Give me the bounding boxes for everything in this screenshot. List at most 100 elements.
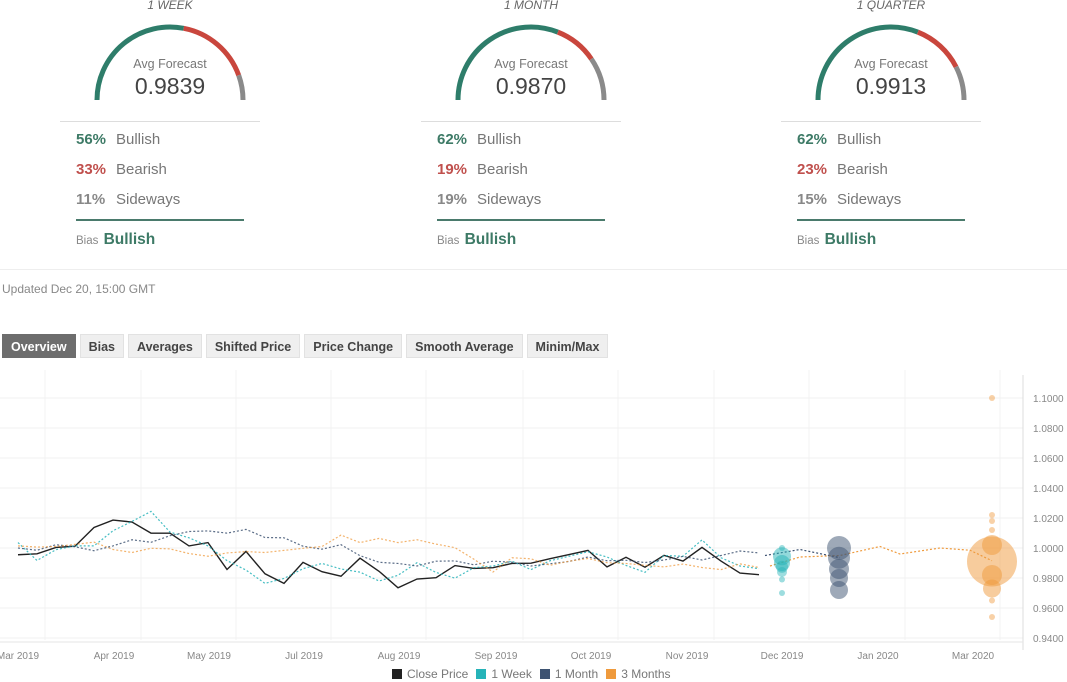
- y-tick-label: 1.0600: [1033, 454, 1064, 465]
- legend-swatch: [476, 669, 487, 679]
- section-divider: [0, 269, 1067, 270]
- forecast-bubble: [830, 581, 848, 599]
- sideways-row: 15% Sideways: [797, 191, 901, 208]
- tab-averages[interactable]: Averages: [128, 334, 202, 358]
- panel-title: 1 QUARTER: [856, 0, 926, 12]
- x-tick-label: Jul 2019: [285, 651, 323, 662]
- chart-tabs: Overview Bias Averages Shifted Price Pri…: [2, 334, 609, 358]
- bias-value: Bullish: [464, 231, 517, 248]
- legend-label: 1 Month: [554, 667, 599, 681]
- legend-item-3-months[interactable]: 3 Months: [606, 667, 671, 681]
- forecast-bubble: [989, 527, 995, 533]
- bias-label: Bias: [797, 235, 820, 247]
- bullish-label: Bullish: [116, 131, 161, 148]
- panel-title: 1 MONTH: [504, 0, 558, 12]
- y-tick-label: 0.9400: [1033, 634, 1064, 645]
- bias-divider: [437, 219, 605, 221]
- sideways-percent: 15%: [797, 191, 828, 208]
- bearish-label: Bearish: [477, 161, 528, 178]
- x-tick-label: Mar 2020: [952, 651, 995, 662]
- x-tick-label: May 2019: [187, 651, 231, 662]
- x-tick-label: Nov 2019: [666, 651, 709, 662]
- legend-label: Close Price: [407, 667, 469, 681]
- legend-swatch: [539, 669, 550, 679]
- tab-smooth-average[interactable]: Smooth Average: [406, 334, 523, 358]
- avg-forecast-value: 0.9870: [495, 73, 567, 99]
- y-tick-label: 0.9600: [1033, 604, 1064, 615]
- sideways-label: Sideways: [477, 191, 542, 208]
- panel-separator: [60, 121, 260, 122]
- bullish-label: Bullish: [477, 131, 522, 148]
- y-tick-label: 0.9800: [1033, 574, 1064, 585]
- tab-shifted-price[interactable]: Shifted Price: [205, 334, 301, 358]
- bias-label: Bias: [76, 235, 99, 247]
- bias-divider: [797, 219, 965, 221]
- gauge-segment-bearish: [556, 29, 594, 61]
- 1-week-line: [17, 510, 760, 585]
- bearish-row: 23% Bearish: [797, 161, 888, 178]
- y-tick-label: 1.0400: [1033, 484, 1064, 495]
- y-tick-label: 1.1000: [1033, 394, 1064, 405]
- panel-separator: [781, 121, 981, 122]
- legend-item-1-week[interactable]: 1 Week: [476, 667, 532, 681]
- x-tick-label: Mar 2019: [0, 651, 40, 662]
- bullish-row: 56% Bullish: [76, 131, 160, 148]
- bullish-row: 62% Bullish: [797, 131, 881, 148]
- forecast-bubble: [779, 576, 785, 583]
- x-tick-label: Oct 2019: [571, 651, 612, 662]
- forecast-bubble: [989, 518, 995, 524]
- bearish-label: Bearish: [116, 161, 167, 178]
- bullish-row: 62% Bullish: [437, 131, 521, 148]
- bearish-label: Bearish: [837, 161, 888, 178]
- 3-months-line: [17, 534, 760, 573]
- tab-price-change[interactable]: Price Change: [304, 334, 403, 358]
- x-tick-label: Aug 2019: [378, 651, 421, 662]
- bearish-percent: 19%: [437, 161, 468, 178]
- bullish-percent: 62%: [797, 131, 828, 148]
- forecast-bubble: [989, 512, 995, 518]
- x-tick-label: Dec 2019: [761, 651, 804, 662]
- legend-item-1-month[interactable]: 1 Month: [539, 667, 599, 681]
- legend-swatch: [606, 669, 617, 679]
- legend-swatch: [392, 669, 402, 679]
- sideways-percent: 19%: [437, 191, 468, 208]
- tab-overview[interactable]: Overview: [2, 334, 76, 358]
- x-tick-label: Jan 2020: [857, 651, 899, 662]
- bearish-percent: 33%: [76, 161, 107, 178]
- sideways-label: Sideways: [116, 191, 181, 208]
- avg-forecast-value: 0.9913: [855, 73, 927, 99]
- avg-forecast-label: Avg Forecast: [854, 57, 928, 71]
- x-tick-label: Apr 2019: [94, 651, 135, 662]
- sideways-row: 11% Sideways: [76, 191, 180, 208]
- tab-bias[interactable]: Bias: [79, 334, 124, 358]
- chart-legend: Close Price 1 Week 1 Month 3 Months: [392, 667, 671, 681]
- legend-item-close-price[interactable]: Close Price: [392, 667, 468, 681]
- forecast-bubble: [779, 590, 785, 596]
- bearish-row: 19% Bearish: [437, 161, 528, 178]
- bias-summary: Bias Bullish: [437, 231, 516, 249]
- bias-value: Bullish: [824, 231, 877, 248]
- avg-forecast-value: 0.9839: [134, 73, 206, 99]
- bullish-percent: 62%: [437, 131, 468, 148]
- bullish-percent: 56%: [76, 131, 107, 148]
- bearish-row: 33% Bearish: [76, 161, 167, 178]
- tab-minim-max[interactable]: Minim/Max: [526, 334, 609, 358]
- bias-label: Bias: [437, 235, 460, 247]
- forecast-bubble: [989, 395, 995, 401]
- sideways-percent: 11%: [76, 191, 106, 208]
- legend-label: 3 Months: [621, 667, 671, 681]
- forecast-bubble: [989, 614, 995, 620]
- updated-timestamp: Updated Dec 20, 15:00 GMT: [2, 282, 156, 296]
- sideways-row: 19% Sideways: [437, 191, 541, 208]
- avg-forecast-label: Avg Forecast: [494, 57, 568, 71]
- sideways-label: Sideways: [837, 191, 902, 208]
- bias-divider: [76, 219, 244, 221]
- bias-summary: Bias Bullish: [76, 231, 155, 249]
- x-tick-label: Sep 2019: [475, 651, 518, 662]
- forecast-chart[interactable]: 1.1000 1.0800 1.0600 1.0400 1.0200 1.0000 0.98…: [0, 370, 1067, 665]
- panel-separator: [421, 121, 621, 122]
- bullish-label: Bullish: [837, 131, 882, 148]
- bias-value: Bullish: [103, 231, 156, 248]
- y-tick-label: 1.0200: [1033, 514, 1064, 525]
- y-tick-label: 1.0800: [1033, 424, 1064, 435]
